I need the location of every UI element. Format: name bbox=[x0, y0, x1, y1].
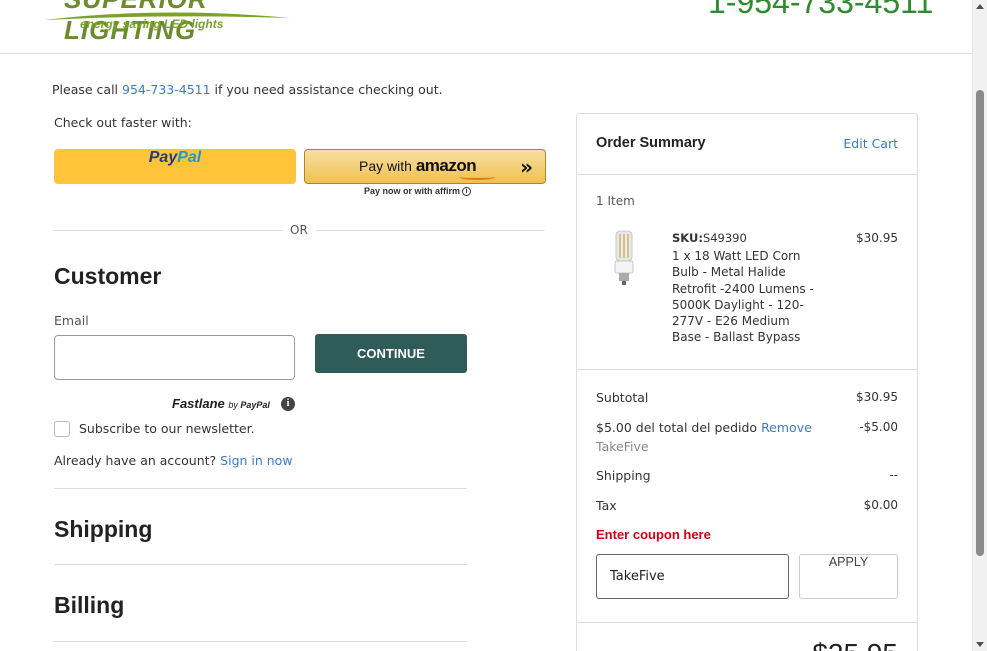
fastlane-info-icon[interactable]: i bbox=[281, 397, 295, 411]
sku-value: S49390 bbox=[702, 231, 747, 245]
newsletter-checkbox[interactable] bbox=[54, 421, 70, 437]
header-phone[interactable]: 1-954-733-4511 bbox=[708, 0, 933, 21]
item-count: 1 Item bbox=[596, 194, 635, 208]
continue-button[interactable]: CONTINUE bbox=[315, 334, 467, 373]
affirm-text: Pay now or with affirm bbox=[364, 186, 461, 196]
assistance-text: Please call 954-733-4511 if you need ass… bbox=[52, 82, 443, 97]
product-name: 1 x 18 Watt LED Corn Bulb - Metal Halide… bbox=[672, 249, 814, 345]
or-label: OR bbox=[282, 223, 316, 237]
scrollbar-thumb[interactable] bbox=[976, 90, 984, 556]
summary-divider bbox=[577, 622, 917, 623]
express-checkout-label: Check out faster with: bbox=[54, 115, 192, 130]
affirm-note: Pay now or with affirm i bbox=[364, 186, 472, 197]
coupon-input[interactable] bbox=[596, 554, 789, 599]
subtotal-label: Subtotal bbox=[596, 390, 649, 405]
product-sku: SKU:S49390 bbox=[672, 231, 747, 245]
fastlane-brand: Fastlane bbox=[172, 396, 225, 411]
amazon-pay-button[interactable]: Pay with amazon » bbox=[304, 149, 546, 184]
remove-discount-link[interactable]: Remove bbox=[761, 420, 812, 435]
edit-cart-link[interactable]: Edit Cart bbox=[843, 136, 898, 151]
email-label: Email bbox=[54, 313, 89, 328]
shipping-value: -- bbox=[889, 468, 898, 482]
discount-text: $5.00 del total del pedido bbox=[596, 420, 758, 435]
double-chevron-right-icon: » bbox=[520, 155, 533, 179]
fastlane-by: by bbox=[228, 400, 241, 410]
newsletter-label[interactable]: Subscribe to our newsletter. bbox=[79, 421, 255, 436]
fastlane-by-paypal-logo: Fastlane by PayPal bbox=[172, 396, 270, 411]
assist-prefix: Please call bbox=[52, 82, 122, 97]
amazon-brand: amazon bbox=[415, 156, 477, 175]
account-prefix: Already have an account? bbox=[54, 453, 221, 468]
logo-tagline: energy saving LED lights bbox=[80, 17, 224, 31]
section-divider bbox=[54, 488, 467, 489]
amazon-pay-label: Pay with amazon bbox=[359, 156, 477, 176]
discount-value: -$5.00 bbox=[859, 420, 898, 434]
assist-phone-link[interactable]: 954-733-4511 bbox=[122, 82, 211, 97]
order-summary-title: Order Summary bbox=[596, 135, 706, 151]
shipping-heading[interactable]: Shipping bbox=[54, 516, 152, 543]
order-summary-panel: Order Summary Edit Cart 1 Item SKU:S4939… bbox=[576, 113, 918, 651]
order-total-value: $25.95 bbox=[812, 638, 898, 651]
paypal-logo-part1: Pay bbox=[148, 149, 178, 166]
coupon-heading[interactable]: Enter coupon here bbox=[596, 527, 711, 542]
tax-label: Tax bbox=[596, 498, 617, 513]
amazon-smile-icon bbox=[459, 174, 495, 180]
discount-code: TakeFive bbox=[596, 439, 649, 454]
product-thumbnail bbox=[614, 230, 634, 285]
tax-value: $0.00 bbox=[863, 498, 898, 512]
section-divider bbox=[54, 641, 467, 642]
scroll-down-icon[interactable] bbox=[976, 642, 984, 647]
assist-suffix: if you need assistance checking out. bbox=[210, 82, 443, 97]
summary-divider bbox=[577, 174, 917, 175]
account-prompt: Already have an account? Sign in now bbox=[54, 453, 293, 468]
section-divider bbox=[54, 564, 467, 565]
amazon-prefix: Pay with bbox=[359, 158, 416, 174]
site-header: SUPERIOR LIGHTING energy saving LED ligh… bbox=[0, 0, 972, 54]
subtotal-value: $30.95 bbox=[856, 390, 898, 404]
scroll-up-icon[interactable] bbox=[976, 4, 984, 9]
summary-divider bbox=[577, 369, 917, 370]
discount-label: $5.00 del total del pedido Remove bbox=[596, 420, 812, 435]
sku-label: SKU: bbox=[672, 231, 703, 245]
info-icon[interactable]: i bbox=[462, 187, 472, 197]
sign-in-link[interactable]: Sign in now bbox=[220, 453, 292, 468]
site-logo[interactable]: SUPERIOR LIGHTING energy saving LED ligh… bbox=[42, 0, 292, 45]
customer-heading: Customer bbox=[54, 263, 162, 289]
email-field[interactable] bbox=[54, 335, 295, 380]
fastlane-paypal: PayPal bbox=[240, 400, 270, 410]
paypal-logo-part2: Pal bbox=[177, 149, 202, 166]
shipping-label: Shipping bbox=[596, 468, 651, 483]
product-price: $30.95 bbox=[856, 231, 898, 245]
apply-coupon-button[interactable]: APPLY bbox=[799, 554, 898, 599]
paypal-button[interactable]: PayPal bbox=[54, 149, 296, 184]
billing-heading[interactable]: Billing bbox=[54, 592, 124, 619]
page-scrollbar[interactable] bbox=[972, 0, 987, 651]
